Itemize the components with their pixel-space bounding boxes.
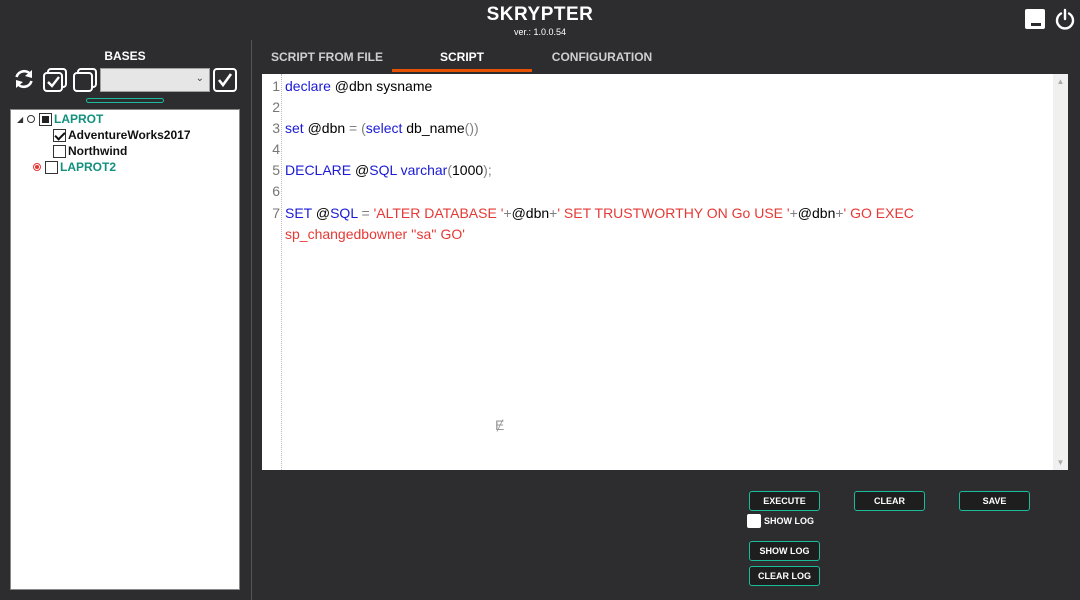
power-button[interactable] xyxy=(1054,8,1076,30)
clear-log-button[interactable]: CLEAR LOG xyxy=(749,566,820,586)
tree-item-label: LAPROT2 xyxy=(60,160,117,174)
minimize-button[interactable] xyxy=(1024,8,1046,30)
code-token: DECLARE xyxy=(285,162,352,178)
line-number: 5 xyxy=(272,162,280,178)
code-token: + xyxy=(503,205,512,221)
code-token: SQL xyxy=(330,205,358,221)
code-token: SET xyxy=(285,205,312,221)
tab-bar: SCRIPT FROM FILE SCRIPT CONFIGURATION xyxy=(252,40,1080,72)
tree-item-label: Northwind xyxy=(68,144,128,158)
line-number: 6 xyxy=(272,183,280,199)
line-number: 2 xyxy=(272,99,280,115)
title-bar: SKRYPTER ver.: 1.0.0.54 xyxy=(0,0,1080,40)
expand-icon[interactable]: ◢ xyxy=(17,115,27,124)
line-number: 7 xyxy=(272,205,280,221)
refresh-button[interactable] xyxy=(12,67,36,91)
line-number: 1 xyxy=(272,78,280,94)
scroll-down-icon[interactable]: ▼ xyxy=(1053,458,1068,467)
tree-checkbox[interactable] xyxy=(45,160,58,174)
tab-script-from-file[interactable]: SCRIPT FROM FILE xyxy=(262,50,392,64)
tree-item-label: AdventureWorks2017 xyxy=(68,128,191,142)
code-token: varchar xyxy=(400,162,448,178)
code-line: set @dbn = (select db_name()) xyxy=(285,120,479,136)
line-number-gutter: 1 2 3 4 5 6 7 xyxy=(262,74,282,470)
tree-item-database[interactable]: Northwind xyxy=(53,143,127,159)
tree-item-label: LAPROT xyxy=(54,112,104,126)
code-token: + xyxy=(789,205,798,221)
save-button[interactable]: SAVE xyxy=(959,491,1030,511)
code-token: 1000 xyxy=(452,162,484,178)
code-line: sp_changedbowner ''sa'' GO' xyxy=(285,226,465,242)
show-log-toggle[interactable]: SHOW LOG xyxy=(747,514,814,528)
tree-checkbox[interactable] xyxy=(39,112,52,126)
tree-checkbox[interactable] xyxy=(53,144,66,158)
code-token: @dbn sysname xyxy=(330,78,433,94)
scroll-up-icon[interactable]: ▲ xyxy=(1053,77,1068,86)
code-token: = xyxy=(349,120,358,136)
tree-item-server[interactable]: ◢ LAPROT xyxy=(17,111,103,127)
code-line: declare @dbn sysname xyxy=(285,78,432,94)
show-log-label: SHOW LOG xyxy=(764,516,814,526)
checkbox-checked-icon xyxy=(213,68,237,92)
minimize-icon xyxy=(1025,9,1045,29)
deselect-all-button[interactable] xyxy=(72,67,98,93)
code-token: = xyxy=(361,205,370,221)
code-token: db_name xyxy=(402,120,465,136)
execute-button[interactable]: EXECUTE xyxy=(749,491,820,511)
code-line: SET @SQL = 'ALTER DATABASE '+@dbn+' SET … xyxy=(285,205,914,221)
code-token: @ xyxy=(311,205,331,221)
chevron-down-icon: ⌄ xyxy=(195,73,204,84)
line-number: 4 xyxy=(272,141,280,157)
bases-title: BASES xyxy=(104,49,146,63)
code-token: @dbn xyxy=(797,205,836,221)
text-cursor-icon: Ɇ xyxy=(495,417,505,433)
server-select[interactable]: ⌄ xyxy=(100,68,210,92)
code-token: ); xyxy=(483,162,492,178)
select-all-button[interactable] xyxy=(42,67,68,93)
tree-item-database[interactable]: AdventureWorks2017 xyxy=(53,127,191,143)
code-token: @dbn xyxy=(511,205,550,221)
code-token: declare xyxy=(285,78,331,94)
server-tree[interactable]: ◢ LAPROT AdventureWorks2017 Northwind LA… xyxy=(10,109,240,590)
apply-selection-button[interactable] xyxy=(212,67,238,93)
checkbox-stack-checked-icon xyxy=(43,68,67,92)
tab-script[interactable]: SCRIPT xyxy=(392,50,532,64)
code-token: @dbn xyxy=(303,120,350,136)
tab-configuration[interactable]: CONFIGURATION xyxy=(542,50,662,64)
editor-scrollbar[interactable]: ▲ ▼ xyxy=(1053,74,1068,470)
code-token: set xyxy=(285,120,304,136)
code-token: ()) xyxy=(464,120,479,136)
script-editor[interactable]: 1 2 3 4 5 6 7 declare @dbn sysname set @dbn = (… xyxy=(262,74,1068,470)
bases-panel: BASES ⌄ ◢ LAPROT AdventureWorks2017 Nort… xyxy=(0,40,252,600)
power-icon xyxy=(1055,8,1075,30)
app-version: ver.: 1.0.0.54 xyxy=(513,27,567,37)
code-token: SQL xyxy=(369,162,397,178)
code-token: @ xyxy=(351,162,370,178)
code-token: sp_changedbowner ''sa'' GO' xyxy=(285,226,465,242)
tree-checkbox[interactable] xyxy=(53,128,66,142)
refresh-icon xyxy=(15,69,33,89)
checkbox-stack-empty-icon xyxy=(73,68,97,92)
show-log-button[interactable]: SHOW LOG xyxy=(749,541,820,561)
code-token: ' GO EXEC xyxy=(843,205,914,221)
code-token: + xyxy=(835,205,844,221)
app-title: SKRYPTER xyxy=(486,4,594,25)
tree-item-server[interactable]: LAPROT2 xyxy=(33,159,116,175)
code-token: ' SET TRUSTWORTHY ON Go USE ' xyxy=(557,205,790,221)
code-token: select xyxy=(365,120,403,136)
code-token: 'ALTER DATABASE ' xyxy=(373,205,504,221)
select-indicator xyxy=(86,98,164,103)
line-number: 3 xyxy=(272,120,280,136)
show-log-checkbox[interactable] xyxy=(747,514,761,528)
clear-button[interactable]: CLEAR xyxy=(854,491,925,511)
code-line: DECLARE @SQL varchar(1000); xyxy=(285,162,492,178)
active-tab-indicator xyxy=(392,69,532,72)
radio-selected-icon[interactable] xyxy=(33,163,41,171)
radio-icon[interactable] xyxy=(27,115,35,123)
